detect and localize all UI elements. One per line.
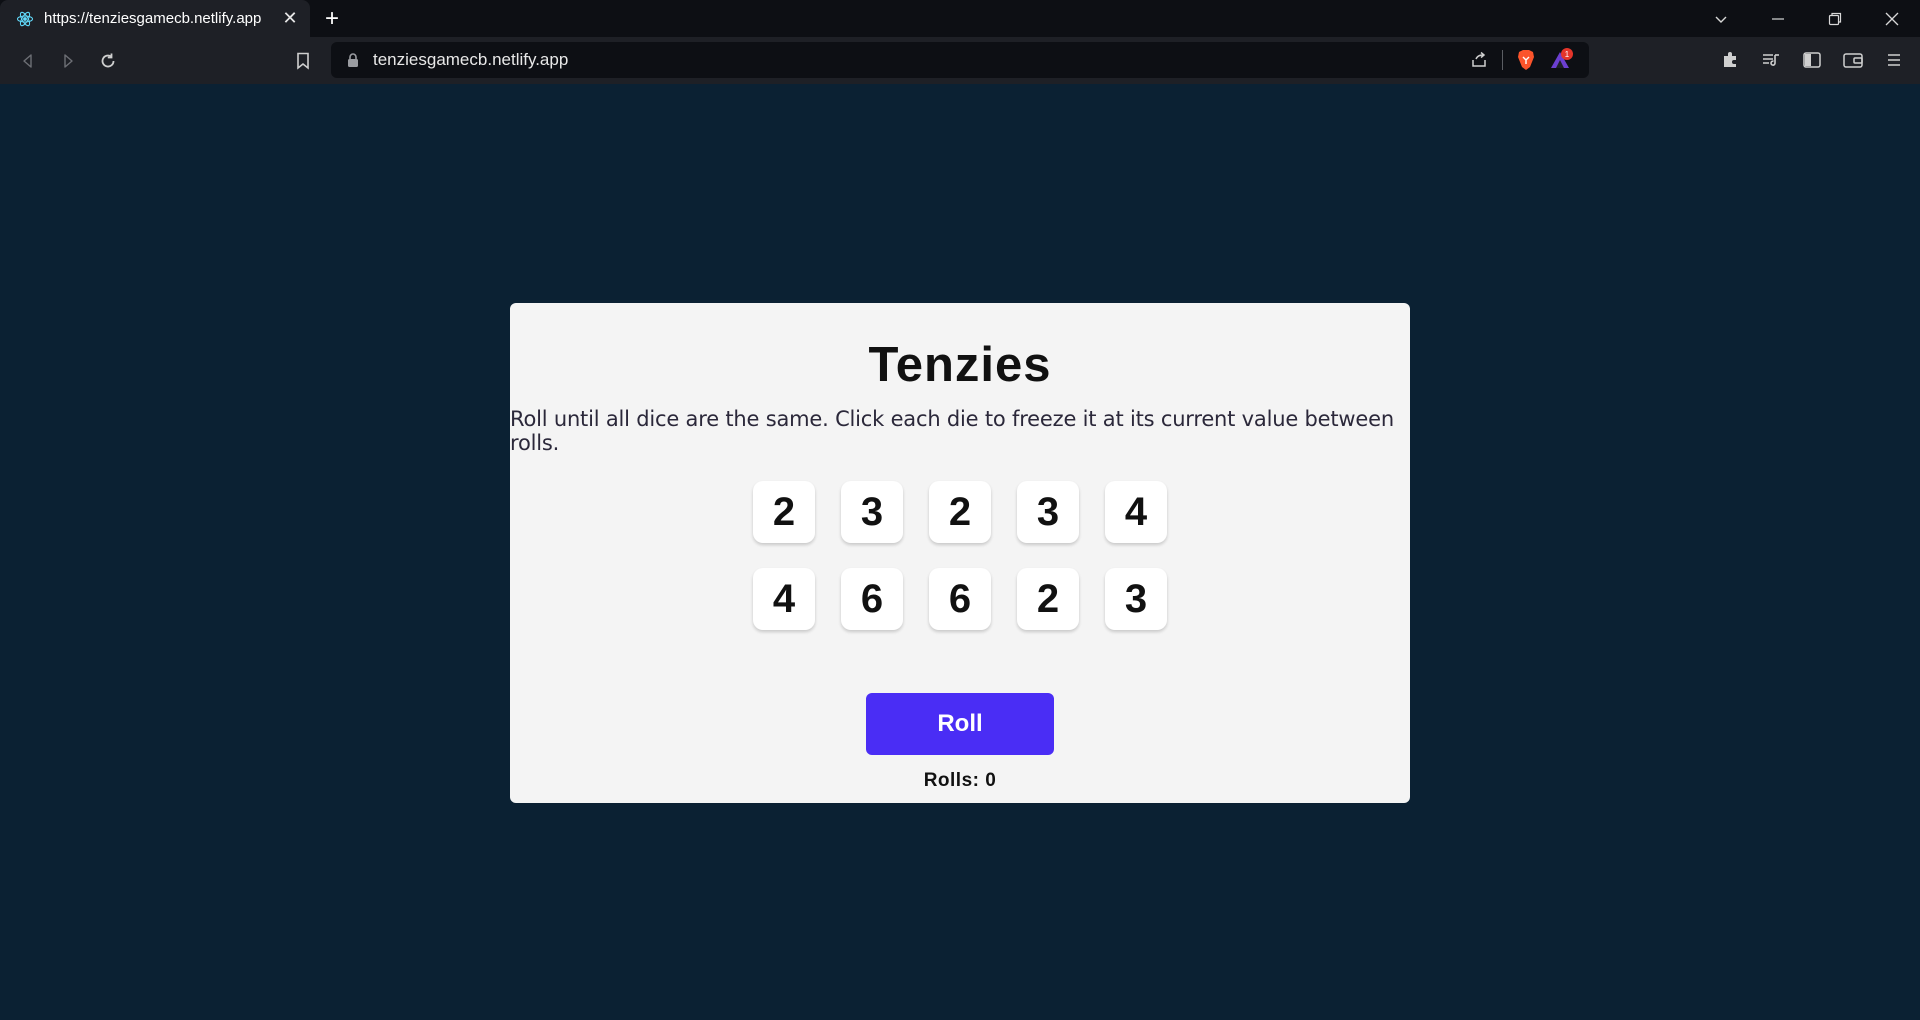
browser-tab[interactable]: https://tenziesgamecb.netlify.app ✕ [0, 0, 310, 37]
close-tab-icon[interactable]: ✕ [280, 8, 300, 29]
rolls-counter: Rolls: 0 [923, 770, 997, 791]
address-bar[interactable]: tenziesgamecb.netlify.app 1 [331, 42, 1589, 78]
tab-search-icon[interactable] [1692, 0, 1749, 37]
reload-icon[interactable] [88, 44, 128, 78]
brave-rewards-icon[interactable]: 1 [1543, 46, 1577, 74]
lock-icon[interactable] [345, 52, 361, 68]
bookmark-icon[interactable] [283, 44, 323, 78]
url-text[interactable]: tenziesgamecb.netlify.app [373, 50, 1462, 70]
dice-grid: 2 3 2 3 4 4 6 6 2 3 [753, 481, 1167, 630]
die-9[interactable]: 2 [1017, 568, 1079, 630]
roll-button[interactable]: Roll [866, 693, 1054, 755]
die-5[interactable]: 4 [1105, 481, 1167, 543]
restore-icon[interactable] [1806, 0, 1863, 37]
die-7[interactable]: 6 [841, 568, 903, 630]
die-2[interactable]: 3 [841, 481, 903, 543]
notification-badge: 1 [1561, 48, 1573, 60]
die-6[interactable]: 4 [753, 568, 815, 630]
tab-bar: https://tenziesgamecb.netlify.app ✕ + [0, 0, 1920, 37]
share-icon[interactable] [1462, 46, 1496, 74]
playlist-icon[interactable] [1750, 43, 1791, 77]
game-instructions: Roll until all dice are the same. Click … [510, 407, 1394, 455]
die-8[interactable]: 6 [929, 568, 991, 630]
die-3[interactable]: 2 [929, 481, 991, 543]
react-icon [16, 10, 34, 28]
sidebar-icon[interactable] [1791, 43, 1832, 77]
minimize-icon[interactable] [1749, 0, 1806, 37]
die-4[interactable]: 3 [1017, 481, 1079, 543]
tab-title: https://tenziesgamecb.netlify.app [44, 10, 262, 27]
wallet-icon[interactable] [1832, 43, 1873, 77]
back-icon[interactable] [8, 44, 48, 78]
tenzies-card: Tenzies Roll until all dice are the same… [510, 303, 1410, 803]
menu-icon[interactable] [1873, 43, 1914, 77]
extensions-icon[interactable] [1709, 43, 1750, 77]
die-10[interactable]: 3 [1105, 568, 1167, 630]
brave-shield-icon[interactable] [1509, 46, 1543, 74]
die-1[interactable]: 2 [753, 481, 815, 543]
extensions-toolbar [1709, 43, 1914, 77]
new-tab-icon[interactable]: + [310, 0, 354, 37]
browser-toolbar: tenziesgamecb.netlify.app 1 [0, 37, 1920, 84]
page-title: Tenzies [868, 338, 1052, 392]
forward-icon[interactable] [48, 44, 88, 78]
close-window-icon[interactable] [1863, 0, 1920, 37]
